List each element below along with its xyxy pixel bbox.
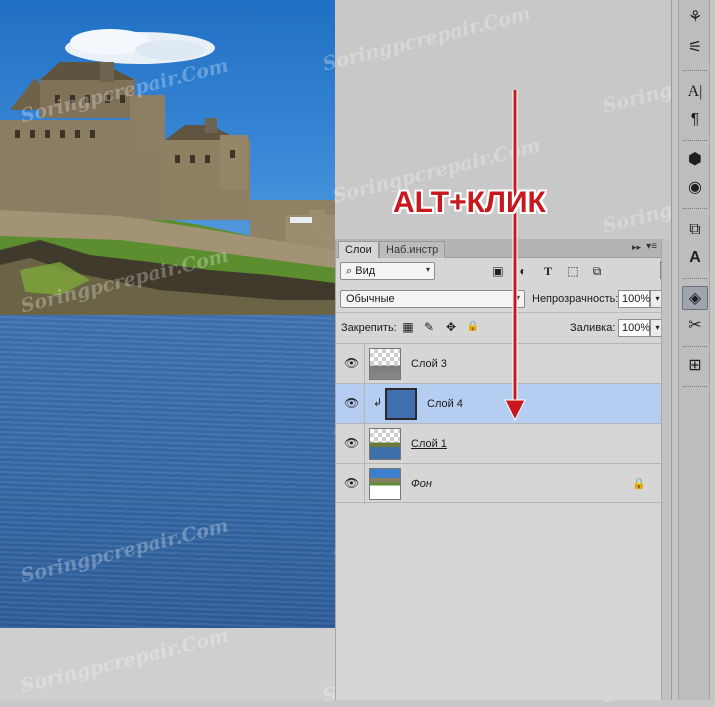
- castle-photo: [0, 0, 335, 315]
- divider: [364, 424, 365, 464]
- divider: [683, 278, 707, 280]
- layer-thumbnail: [385, 388, 417, 420]
- layer-thumbnail: [369, 348, 401, 380]
- water-layer: [0, 315, 335, 628]
- drag-arrow: [504, 90, 526, 422]
- channels-icon[interactable]: ⊞: [682, 354, 708, 378]
- 3d-materials-icon[interactable]: ◉: [682, 176, 708, 200]
- smart-object-filter-icon[interactable]: ⧉: [590, 264, 604, 278]
- paths-icon[interactable]: ✂: [682, 314, 708, 338]
- layer-name[interactable]: Фон: [411, 478, 432, 490]
- pasteboard: [0, 628, 335, 700]
- panel-dock-column: ⚘ ⚟ A| ¶ ⬢ ◉ ⧉ A ◈ ✂ ⊞: [678, 0, 710, 700]
- panel-scrollbar[interactable]: [661, 239, 671, 700]
- chevron-down-icon: ▾: [425, 265, 430, 274]
- layer-row[interactable]: 👁 Слой 1: [336, 423, 662, 464]
- castle-illustration: [0, 29, 335, 315]
- layer-name[interactable]: Слой 3: [411, 358, 447, 370]
- tab-layers[interactable]: Слои: [338, 241, 379, 258]
- panel-tab-bar: Слои Наб.инстр ▸▸ ▾≡: [336, 239, 661, 258]
- layers-list: 👁 Слой 3 👁 ↲ Слой 4 👁 Слой 1 👁 Фон 🔒: [336, 343, 662, 504]
- lock-icon: 🔒: [632, 478, 646, 490]
- type-filter-icon[interactable]: T: [541, 264, 555, 278]
- brushes-icon[interactable]: ⚘: [682, 6, 708, 30]
- divider: [683, 386, 707, 388]
- fill-label: Заливка:: [570, 322, 616, 334]
- layer-row-selected[interactable]: 👁 ↲ Слой 4: [336, 383, 662, 424]
- opacity-field[interactable]: 100%: [618, 290, 650, 308]
- tool-presets-icon[interactable]: A: [682, 246, 708, 270]
- eye-icon[interactable]: 👁: [344, 477, 359, 489]
- panel-menu-icon[interactable]: ▾≡: [646, 241, 657, 252]
- divider: [336, 312, 662, 313]
- layers-panel: Слои Наб.инстр ▸▸ ▾≡ ⌕ Вид ▾ ▣ ◐ T ⬚ ⧉ О…: [335, 239, 669, 700]
- tab-tool-presets[interactable]: Наб.инстр: [379, 241, 446, 258]
- document-canvas[interactable]: [0, 0, 375, 628]
- layer-row[interactable]: 👁 Слой 3: [336, 343, 662, 384]
- eye-icon[interactable]: 👁: [344, 357, 359, 369]
- clipping-mask-icon: ↲: [373, 397, 383, 409]
- clone-source-icon[interactable]: ⧉: [682, 218, 708, 242]
- brush-settings-icon[interactable]: ⚟: [682, 36, 708, 60]
- lock-paint-icon[interactable]: ✎: [422, 320, 436, 334]
- panel-dock: ⚘ ⚟ A| ¶ ⬢ ◉ ⧉ A ◈ ✂ ⊞: [671, 0, 715, 700]
- divider: [364, 464, 365, 504]
- divider: [364, 384, 365, 424]
- divider: [683, 70, 707, 72]
- divider: [364, 344, 365, 384]
- lock-all-icon[interactable]: 🔒: [466, 320, 480, 334]
- layer-filter-select[interactable]: ⌕ Вид ▾: [340, 262, 435, 280]
- eye-icon[interactable]: 👁: [344, 397, 359, 409]
- lock-transparent-icon[interactable]: ▦: [401, 320, 415, 334]
- alt-click-label: ALT+КЛИК: [393, 186, 546, 219]
- layer-name[interactable]: Слой 4: [427, 398, 463, 410]
- opacity-label: Непрозрачность:: [532, 293, 619, 305]
- 3d-icon[interactable]: ⬢: [682, 148, 708, 172]
- paragraph-icon[interactable]: ¶: [682, 108, 708, 132]
- eye-icon[interactable]: 👁: [344, 437, 359, 449]
- lock-label: Закрепить:: [341, 322, 397, 334]
- filter-select-value: Вид: [355, 265, 376, 277]
- blend-mode-select[interactable]: Обычные ▾: [340, 290, 525, 308]
- layer-name[interactable]: Слой 1: [411, 438, 447, 450]
- divider: [683, 140, 707, 142]
- character-icon[interactable]: A|: [682, 80, 708, 104]
- layers-icon[interactable]: ◈: [682, 286, 708, 310]
- divider: [683, 346, 707, 348]
- layer-thumbnail: [369, 428, 401, 460]
- lock-move-icon[interactable]: ✥: [444, 320, 458, 334]
- blend-mode-value: Обычные: [346, 293, 395, 305]
- search-icon: ⌕: [346, 265, 353, 277]
- fill-field[interactable]: 100%: [618, 319, 650, 337]
- canvas-gray-area: [335, 0, 375, 238]
- layer-row[interactable]: 👁 Фон 🔒: [336, 463, 662, 504]
- shape-filter-icon[interactable]: ⬚: [566, 264, 580, 278]
- divider: [683, 208, 707, 210]
- collapse-icon[interactable]: ▸▸: [632, 242, 641, 253]
- layer-thumbnail: [369, 468, 401, 500]
